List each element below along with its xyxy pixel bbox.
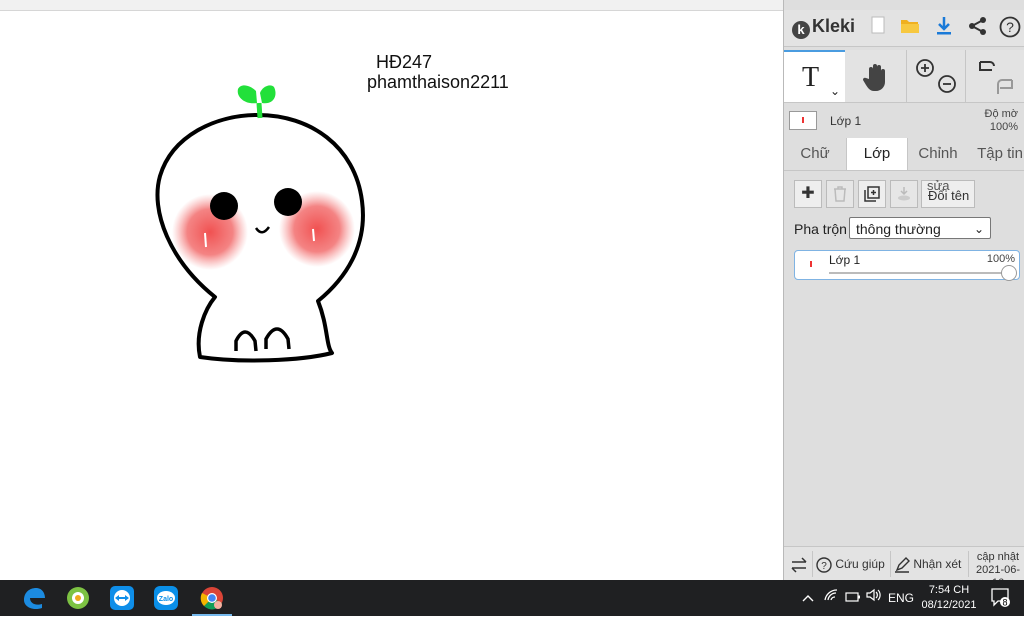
clock-date: 08/12/2021 [921, 599, 977, 611]
download-icon[interactable] [932, 16, 956, 40]
layer-item-opacity: 100% [986, 253, 1015, 265]
tab-edit[interactable]: Chỉnh [912, 138, 964, 170]
duplicate-layer-button[interactable] [858, 180, 886, 208]
hand-tool[interactable] [846, 50, 907, 102]
tab-layers[interactable]: Lớp [846, 138, 908, 170]
opacity-slider-track[interactable] [829, 272, 1007, 274]
tab-text[interactable]: Chữ [792, 138, 838, 170]
svg-text:?: ? [821, 561, 827, 572]
trash-icon [834, 186, 846, 202]
swap-icon [791, 557, 807, 573]
text-tool[interactable]: T ⌄ [784, 50, 845, 102]
edge-icon[interactable] [20, 584, 48, 612]
zalo-label: Zalo [159, 596, 173, 603]
system-clock[interactable]: 7:54 CH 08/12/2021 [918, 583, 980, 613]
current-layer-info: Lớp 1 Độ mờ 100% [784, 104, 1024, 138]
blend-mode-select[interactable]: thông thường ⌄ [849, 217, 991, 239]
layer-thumbnail [789, 111, 817, 130]
layer-list-item[interactable]: Lớp 1 100% [794, 250, 1020, 281]
panel-tabs: Chữ Lớp Chỉnh Tập tin [784, 138, 1024, 171]
opacity-slider-handle[interactable] [1001, 265, 1017, 281]
update-label: cập nhật [976, 551, 1020, 563]
open-folder-icon[interactable] [898, 16, 922, 40]
drawing-canvas[interactable]: HĐ247 phamthaison2211 [0, 11, 783, 580]
teamviewer-icon[interactable] [108, 584, 136, 612]
plus-icon: ✚ [801, 185, 815, 202]
zoom-out-icon[interactable] [938, 75, 956, 93]
app-logo[interactable]: k Kleki [792, 16, 855, 39]
merge-icon [898, 187, 910, 201]
current-layer-name: Lớp 1 [830, 114, 862, 128]
opacity-readout: Độ mờ 100% [985, 108, 1019, 134]
rename-layer-button[interactable]: sửa Đổi tên [921, 178, 975, 208]
rename-label: Đổi tên [928, 188, 970, 203]
layer-item-thumbnail [803, 257, 819, 273]
taskbar: Zalo ENG 7:54 CH 08/12/2021 8 [0, 580, 1024, 616]
side-panel: k Kleki ? T ⌄ Lớp 1 Độ mờ 100% Chữ Lớp C… [783, 0, 1024, 589]
volume-icon[interactable] [864, 580, 884, 616]
coccoc-icon[interactable] [64, 584, 92, 612]
battery-icon[interactable] [844, 580, 862, 616]
svg-text:?: ? [1006, 19, 1014, 35]
add-layer-button[interactable]: ✚ [794, 180, 822, 208]
chevron-down-icon[interactable]: ⌄ [830, 84, 840, 98]
help-circle-icon: ? [816, 557, 832, 573]
panel-top-bar: k Kleki ? [784, 10, 1024, 47]
window-top-bar [0, 0, 783, 11]
blend-label: Pha trộn [794, 221, 847, 237]
delete-layer-button[interactable] [826, 180, 854, 208]
help-icon[interactable]: ? [998, 16, 1022, 40]
kleki-logo-icon: k [792, 21, 810, 39]
help-label: Cứu giúp [835, 557, 885, 571]
canvas-text-1: HĐ247 [376, 52, 433, 72]
input-language[interactable]: ENG [886, 580, 916, 616]
canvas-text-2: phamthaison2211 [367, 72, 509, 92]
duplicate-icon [864, 186, 880, 202]
share-icon[interactable] [966, 16, 990, 40]
pencil-icon [895, 556, 910, 573]
feedback-button[interactable]: Nhận xét [894, 547, 961, 581]
feedback-label: Nhận xét [913, 557, 962, 571]
app-name: Kleki [812, 16, 856, 36]
undo-icon[interactable] [979, 61, 995, 71]
zoom-in-icon[interactable] [916, 59, 934, 77]
drawing [155, 85, 365, 363]
opacity-label: Độ mờ [984, 108, 1019, 120]
undo-redo-tools [966, 50, 1024, 102]
clock-time: 7:54 CH [928, 584, 970, 596]
help-button[interactable]: ? Cứu giúp [816, 547, 885, 581]
wifi-icon[interactable] [822, 580, 840, 616]
hand-icon [862, 64, 885, 91]
notification-icon[interactable]: 8 [990, 587, 1010, 608]
notification-count: 8 [1002, 598, 1007, 608]
merge-layer-button[interactable] [890, 180, 918, 208]
layer-item-name: Lớp 1 [829, 253, 861, 267]
opacity-value: 100% [989, 121, 1018, 133]
tab-file[interactable]: Tập tin [972, 138, 1024, 170]
right-eye [274, 188, 302, 216]
redo-icon[interactable] [997, 79, 1013, 94]
new-image-icon[interactable] [866, 16, 890, 40]
chevron-down-icon: ⌄ [973, 222, 984, 236]
zalo-icon[interactable]: Zalo [152, 584, 180, 612]
swap-sides-button[interactable] [790, 547, 808, 581]
panel-footer: ? Cứu giúp Nhận xét cập nhật 2021-06-16 [784, 546, 1024, 589]
zoom-tools [907, 50, 966, 102]
blend-mode-value: thông thường [856, 221, 941, 237]
chevron-up-icon[interactable] [800, 580, 816, 616]
tool-row: T ⌄ [784, 50, 1024, 103]
text-tool-icon: T [802, 62, 820, 93]
chrome-icon[interactable] [192, 584, 232, 616]
left-eye [210, 192, 238, 220]
